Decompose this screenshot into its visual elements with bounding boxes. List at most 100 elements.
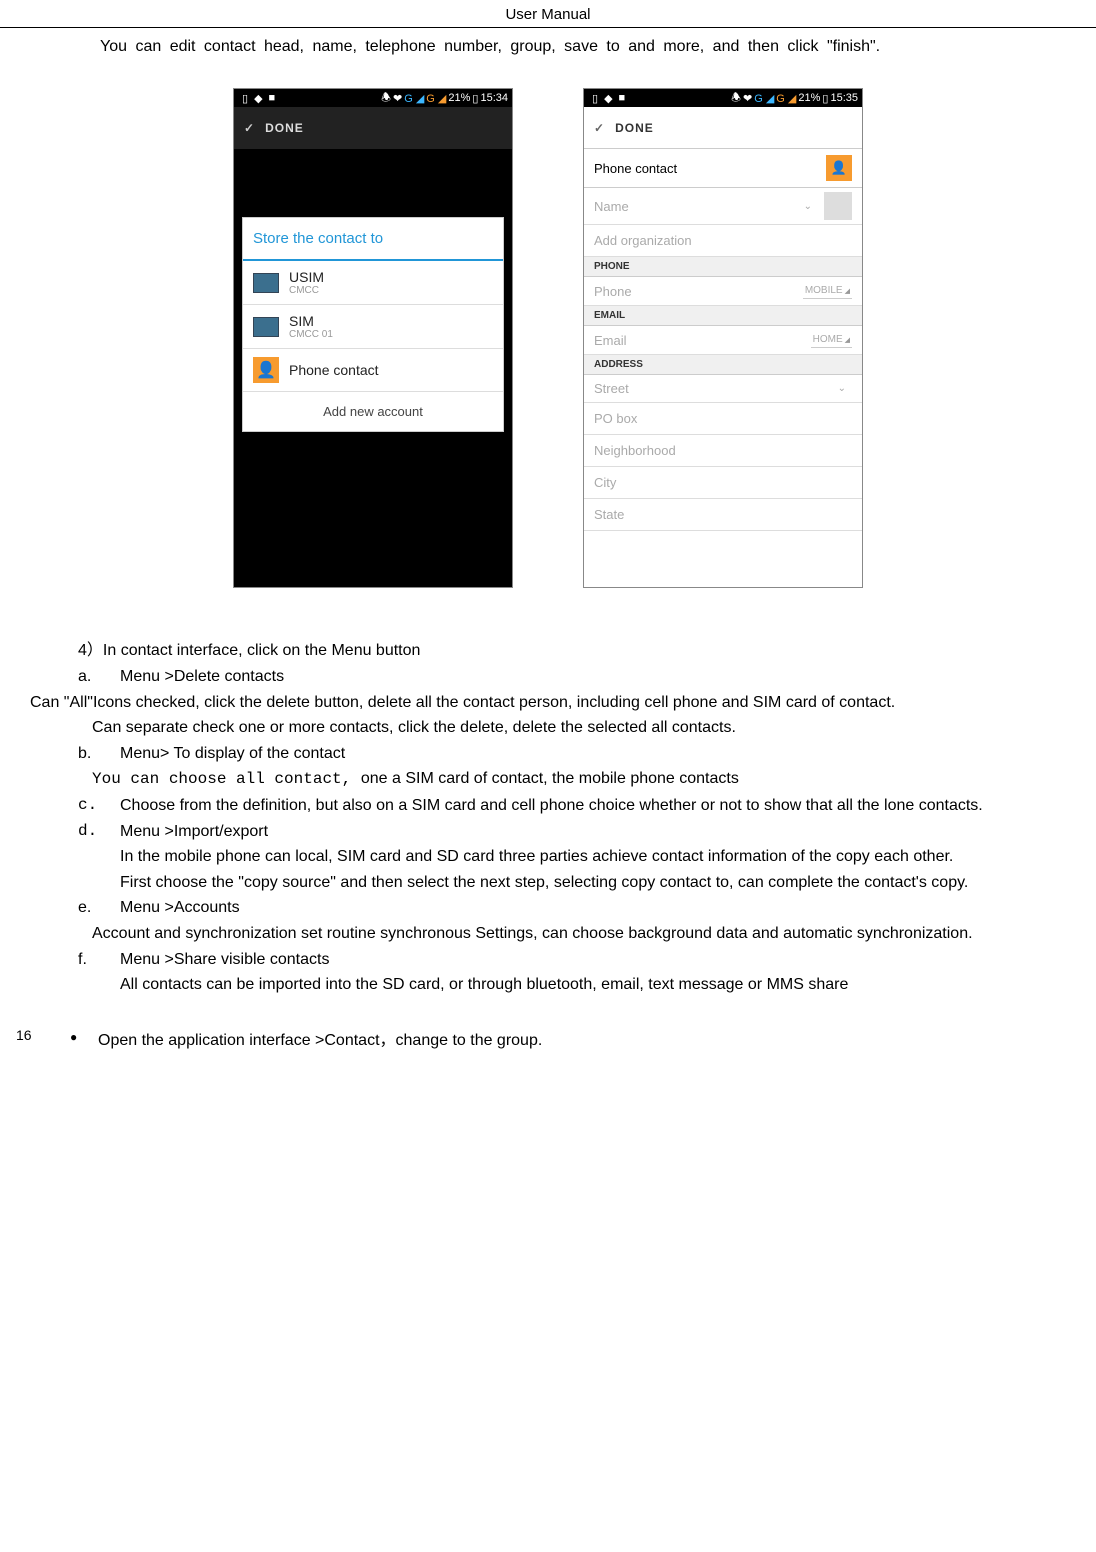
bt-icon: 🕭 <box>731 89 741 108</box>
intro-paragraph: You can edit contact head, name, telepho… <box>0 36 1096 58</box>
sim1-signal-icon: G ◢ <box>404 92 424 105</box>
name-placeholder: Name <box>594 199 629 214</box>
sim-icon <box>253 317 279 337</box>
item-d: d. Menu >Import/export <box>78 819 1066 845</box>
city-field[interactable]: City <box>584 467 862 499</box>
bullet-text: Open the application interface >Contact，… <box>98 1028 542 1054</box>
square-icon: ■ <box>269 92 276 105</box>
sim-icon <box>253 273 279 293</box>
battery-icon: ▯ <box>472 92 478 105</box>
done-bar[interactable]: ✓ DONE <box>584 107 862 149</box>
item-b-title: Menu> To display of the contact <box>120 741 1066 767</box>
item-4: 4）In contact interface, click on the Men… <box>78 638 1066 664</box>
item-a-title: Menu >Delete contacts <box>120 664 1066 690</box>
item-d-p1: In the mobile phone can local, SIM card … <box>120 844 1066 870</box>
contact-icon: 👤 <box>253 357 279 383</box>
address-section-header: ADDRESS <box>584 355 862 375</box>
item-b-rest: To display of the contact <box>174 745 346 762</box>
screenshot-left: ▯ ◆ ■ 🕭 ❤ G ◢ G ◢ 21% ▯ 15:34 ✓ DONE Sto… <box>233 88 513 588</box>
status-bar: ▯ ◆ ■ 🕭 ❤ G ◢ G ◢ 21% ▯ 15:35 <box>584 89 862 107</box>
option-usim[interactable]: USIM CMCC <box>243 261 503 305</box>
chevron-down-icon: ⌄ <box>804 201 812 212</box>
status-time: 15:35 <box>830 92 858 104</box>
chevron-down-icon: ⌄ <box>838 383 846 394</box>
pobox-field[interactable]: PO box <box>584 403 862 435</box>
add-account-button[interactable]: Add new account <box>243 392 503 431</box>
name-field-row[interactable]: Name ⌄ <box>584 188 862 225</box>
option-phone-contact[interactable]: 👤 Phone contact <box>243 349 503 392</box>
signal-icon: ◆ <box>254 92 262 105</box>
option-title: Phone contact <box>289 362 379 378</box>
sim2-signal-icon: G ◢ <box>776 92 796 105</box>
screenshot-right: ▯ ◆ ■ 🕭 ❤ G ◢ G ◢ 21% ▯ 15:35 ✓ DONE Pho… <box>583 88 863 588</box>
item-f-p1: All contacts can be imported into the SD… <box>120 972 1066 998</box>
signal-icon: ◆ <box>604 92 612 105</box>
item-c-text: Choose from the definition, but also on … <box>120 793 1066 819</box>
marker-d: d. <box>78 819 120 845</box>
option-sim[interactable]: SIM CMCC 01 <box>243 305 503 349</box>
battery-percent: 21% <box>798 92 820 104</box>
done-label: DONE <box>615 121 654 135</box>
wifi-icon: ▯ <box>592 92 598 105</box>
email-field[interactable]: Email HOME◢ <box>584 326 862 355</box>
wifi2-icon: ❤ <box>743 92 752 105</box>
screenshots-row: ▯ ◆ ■ 🕭 ❤ G ◢ G ◢ 21% ▯ 15:34 ✓ DONE Sto… <box>0 88 1096 588</box>
email-section-header: EMAIL <box>584 306 862 326</box>
phone-type-label: MOBILE <box>805 285 843 296</box>
marker-e: e. <box>78 895 120 921</box>
marker-b: b. <box>78 741 120 767</box>
bullet-row: ● Open the application interface >Contac… <box>70 1028 1066 1054</box>
state-field[interactable]: State <box>584 499 862 531</box>
item-a-p1-text: Can "All"Icons checked, click the delete… <box>0 694 895 711</box>
item-e-p1-text: Account and synchronization set routine … <box>92 925 973 942</box>
header-title: User Manual <box>505 6 590 23</box>
store-contact-dialog: Store the contact to USIM CMCC SIM CMCC … <box>242 217 504 432</box>
dropdown-icon: ◢ <box>845 337 850 344</box>
item-b-p1: You can choose all contact, one a SIM ca… <box>92 766 1066 793</box>
dropdown-icon: ◢ <box>845 288 850 295</box>
square-icon: ■ <box>619 92 626 105</box>
street-field[interactable]: Street ⌄ <box>584 375 862 403</box>
email-type-label: HOME <box>813 334 843 345</box>
phone-type-selector[interactable]: MOBILE◢ <box>803 283 852 299</box>
item-b-p1-prefix: You can choose all contact, <box>92 770 361 788</box>
wifi2-icon: ❤ <box>393 92 402 105</box>
add-organization[interactable]: Add organization <box>584 225 862 257</box>
item-e-p1: Account and synchronization set routine … <box>30 921 1066 947</box>
contact-icon: 👤 <box>826 155 852 181</box>
avatar-placeholder[interactable] <box>824 192 852 220</box>
item-b: b. Menu> To display of the contact <box>78 741 1066 767</box>
item-e-title: Menu >Accounts <box>120 895 1066 921</box>
phone-placeholder: Phone <box>594 284 632 299</box>
page-header: User Manual <box>0 0 1096 28</box>
marker-c: c. <box>78 793 120 819</box>
neighborhood-field[interactable]: Neighborhood <box>584 435 862 467</box>
item-c: c. Choose from the definition, but also … <box>78 793 1066 819</box>
item-b-prefix: Menu> <box>120 745 174 762</box>
sim2-signal-icon: G ◢ <box>426 92 446 105</box>
battery-icon: ▯ <box>822 92 828 105</box>
item-f-title: Menu >Share visible contacts <box>120 947 1066 973</box>
marker-f: f. <box>78 947 120 973</box>
item-e: e. Menu >Accounts <box>78 895 1066 921</box>
option-title: SIM <box>289 313 333 329</box>
bullet-icon: ● <box>70 1028 98 1054</box>
item-a-p1: Can "All"Icons checked, click the delete… <box>92 690 1066 716</box>
wifi-icon: ▯ <box>242 92 248 105</box>
street-placeholder: Street <box>594 381 629 396</box>
page-number: 16 <box>16 1027 32 1043</box>
status-time: 15:34 <box>480 92 508 104</box>
dialog-title: Store the contact to <box>243 218 503 261</box>
done-bar[interactable]: ✓ DONE <box>234 107 512 149</box>
contact-type-selector[interactable]: Phone contact 👤 <box>584 149 862 188</box>
check-icon: ✓ <box>594 121 605 135</box>
sim1-signal-icon: G ◢ <box>754 92 774 105</box>
item-a-p2: Can separate check one or more contacts,… <box>92 715 1066 741</box>
option-title: USIM <box>289 269 324 285</box>
contact-type-label: Phone contact <box>594 161 677 176</box>
battery-percent: 21% <box>448 92 470 104</box>
status-bar: ▯ ◆ ■ 🕭 ❤ G ◢ G ◢ 21% ▯ 15:34 <box>234 89 512 107</box>
phone-field[interactable]: Phone MOBILE◢ <box>584 277 862 306</box>
phone-section-header: PHONE <box>584 257 862 277</box>
email-type-selector[interactable]: HOME◢ <box>811 332 852 348</box>
